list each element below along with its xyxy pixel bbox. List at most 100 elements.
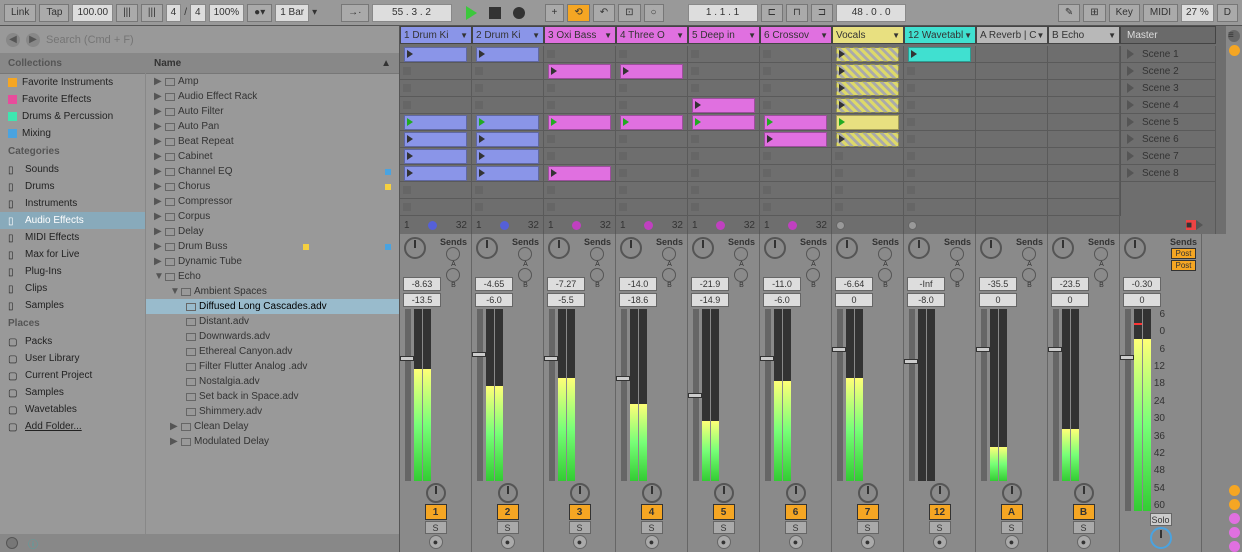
clip-slot[interactable] [544, 114, 615, 131]
cue-knob[interactable] [858, 483, 878, 503]
nudge-down[interactable]: ||| [116, 4, 138, 22]
volume-fader[interactable] [837, 309, 843, 481]
sig-num[interactable]: 4 [166, 4, 182, 22]
category-item[interactable]: ▯Instruments [0, 195, 145, 212]
search-input[interactable] [46, 34, 393, 46]
solo-button[interactable]: S [1073, 521, 1095, 534]
clip-play-icon[interactable] [623, 67, 629, 75]
browser-item[interactable]: ▶Cabinet [146, 149, 399, 164]
draw-mode-icon[interactable]: ✎ [1058, 4, 1080, 22]
browser-item[interactable]: Nostalgia.adv [146, 374, 399, 389]
browser-item[interactable]: Set back in Space.adv [146, 389, 399, 404]
browser-item[interactable]: Diffused Long Cascades.adv [146, 299, 399, 314]
track-activator[interactable]: 1 [425, 504, 447, 520]
browser-item[interactable]: Ethereal Canyon.adv [146, 344, 399, 359]
clip-play-icon[interactable] [479, 169, 485, 177]
cue-knob[interactable] [498, 483, 518, 503]
pan-knob[interactable] [404, 237, 426, 259]
clip-slot-empty[interactable] [760, 148, 831, 165]
place-item[interactable]: ▢Current Project [0, 367, 145, 384]
clip-slot-empty[interactable] [544, 80, 615, 97]
browser-item[interactable]: ▶Channel EQ [146, 164, 399, 179]
sends-toggle[interactable] [1229, 485, 1240, 496]
info-icon[interactable]: ⓘ [28, 536, 38, 551]
clip-slot-empty[interactable] [904, 80, 975, 97]
mixer-toggle[interactable] [1229, 513, 1240, 524]
master-io[interactable]: ■ [1120, 216, 1216, 234]
midi-map-button[interactable]: MIDI [1143, 4, 1178, 22]
solo-button[interactable]: S [929, 521, 951, 534]
clip-play-icon[interactable] [407, 118, 413, 126]
solo-button[interactable]: S [1001, 521, 1023, 534]
collection-item[interactable]: Drums & Percussion [0, 108, 145, 125]
peak-value[interactable]: -7.27 [547, 277, 585, 291]
scene-play-icon[interactable] [1127, 66, 1134, 76]
place-item[interactable]: ▢Packs [0, 333, 145, 350]
clip-play-icon[interactable] [911, 50, 917, 58]
clip-play-icon[interactable] [695, 118, 701, 126]
solo-button[interactable]: S [713, 521, 735, 534]
dropdown-icon[interactable]: ▼ [1037, 31, 1045, 40]
capture-icon[interactable]: ⊡ [618, 4, 640, 22]
clip-slot-empty[interactable] [760, 182, 831, 199]
arm-button[interactable]: ● [1005, 535, 1019, 549]
master-header[interactable]: Master [1120, 26, 1216, 44]
clip-play-icon[interactable] [551, 118, 557, 126]
category-item[interactable]: ▯Max for Live [0, 246, 145, 263]
io-cell[interactable]: 132 [760, 216, 832, 234]
back-icon[interactable]: ◀ [6, 33, 20, 47]
scene-launch[interactable]: Scene 4 [1121, 97, 1215, 114]
pan-knob[interactable] [476, 237, 498, 259]
clip-slot[interactable] [616, 114, 687, 131]
xfade-toggle[interactable] [1229, 541, 1240, 552]
clip-play-icon[interactable] [479, 135, 485, 143]
place-item[interactable]: ▢Wavetables [0, 401, 145, 418]
clip-play-icon[interactable] [479, 152, 485, 160]
scene-launch[interactable]: Scene 2 [1121, 63, 1215, 80]
computer-midi-icon[interactable]: ⊞ [1083, 4, 1105, 22]
scene-play-icon[interactable] [1127, 168, 1134, 178]
arm-button[interactable]: ● [645, 535, 659, 549]
pan-knob[interactable] [548, 237, 570, 259]
dropdown-icon[interactable]: ▼ [604, 31, 612, 40]
category-item[interactable]: ▯Samples [0, 297, 145, 314]
send-a-knob[interactable] [662, 247, 676, 261]
send-a-knob[interactable] [518, 247, 532, 261]
gain-value[interactable]: -6.0 [763, 293, 801, 307]
track-activator[interactable]: 6 [785, 504, 807, 520]
expand-icon[interactable]: ▶ [154, 196, 162, 207]
clip-slot-empty[interactable] [616, 97, 687, 114]
browser-item[interactable]: ▼Echo [146, 269, 399, 284]
follow-icon[interactable]: →· [341, 4, 368, 22]
dropdown-icon[interactable]: ▼ [748, 31, 756, 40]
scene-play-icon[interactable] [1127, 49, 1134, 59]
clip-slot[interactable] [400, 114, 471, 131]
peak-value[interactable]: -8.63 [403, 277, 441, 291]
clip-play-icon[interactable] [479, 118, 485, 126]
track-activator[interactable]: 4 [641, 504, 663, 520]
browser-item[interactable]: ▶Corpus [146, 209, 399, 224]
clip-slot[interactable] [472, 131, 543, 148]
fwd-icon[interactable]: ▶ [26, 33, 40, 47]
clip-slot-empty[interactable] [688, 63, 759, 80]
clip-play-icon[interactable] [695, 101, 701, 109]
scene-launch[interactable]: Scene 7 [1121, 148, 1215, 165]
browser-item[interactable]: ▶Chorus [146, 179, 399, 194]
gain-value[interactable]: 0 [835, 293, 873, 307]
clip-slot-empty[interactable] [544, 148, 615, 165]
peak-value[interactable]: -14.0 [619, 277, 657, 291]
collection-item[interactable]: Favorite Effects [0, 91, 145, 108]
nudge-up[interactable]: ||| [141, 4, 163, 22]
clip-slot-empty[interactable] [544, 131, 615, 148]
peak-value[interactable]: -4.65 [475, 277, 513, 291]
send-a-knob[interactable] [806, 247, 820, 261]
browser-item[interactable]: ▶Audio Effect Rack [146, 89, 399, 104]
clip-slot[interactable] [688, 97, 759, 114]
pan-knob[interactable] [1052, 237, 1074, 259]
clip-slot[interactable] [400, 165, 471, 182]
clip-slot-empty[interactable] [688, 182, 759, 199]
clip-slot[interactable] [472, 46, 543, 63]
clip-slot-empty[interactable] [544, 46, 615, 63]
post-button[interactable]: Post [1171, 260, 1196, 271]
cue-knob[interactable] [786, 483, 806, 503]
